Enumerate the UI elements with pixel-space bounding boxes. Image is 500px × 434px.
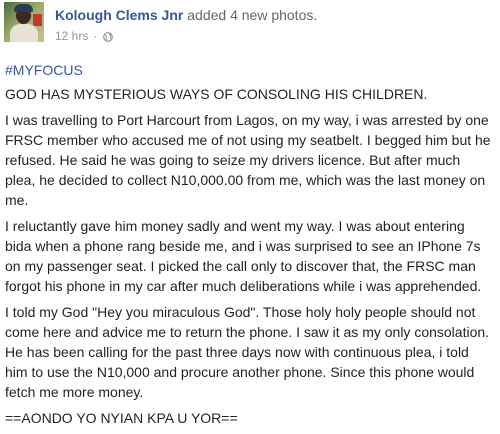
post-paragraph: I told my God "Hey you miraculous God". … [5, 304, 490, 400]
author-line: Kolough Clems Jnr added 4 new photos. [55, 7, 317, 23]
post-body: #MYFOCUS GOD HAS MYSTERIOUS WAYS OF CONS… [5, 60, 493, 434]
post-paragraph: I was travelling to Port Harcourt from L… [5, 112, 491, 208]
meta-separator: · [93, 29, 98, 43]
globe-icon[interactable] [103, 31, 114, 42]
post-signoff: ==AONDO YO NYIAN KPA U YOR== [5, 410, 238, 426]
hashtag-link[interactable]: #MYFOCUS [5, 60, 493, 80]
timestamp-link[interactable]: 12 hrs [55, 29, 88, 43]
post-meta: 12 hrs · [55, 29, 114, 43]
author-name-link[interactable]: Kolough Clems Jnr [55, 7, 183, 23]
post-action-text: added 4 new photos. [187, 7, 318, 23]
post-headline: GOD HAS MYSTERIOUS WAYS OF CONSOLING HIS… [5, 86, 428, 102]
post-header: Kolough Clems Jnr added 4 new photos. 12… [4, 2, 494, 48]
facebook-post: Kolough Clems Jnr added 4 new photos. 12… [0, 0, 500, 426]
post-paragraph: I reluctantly gave him money sadly and w… [5, 218, 482, 294]
avatar[interactable] [4, 2, 44, 42]
